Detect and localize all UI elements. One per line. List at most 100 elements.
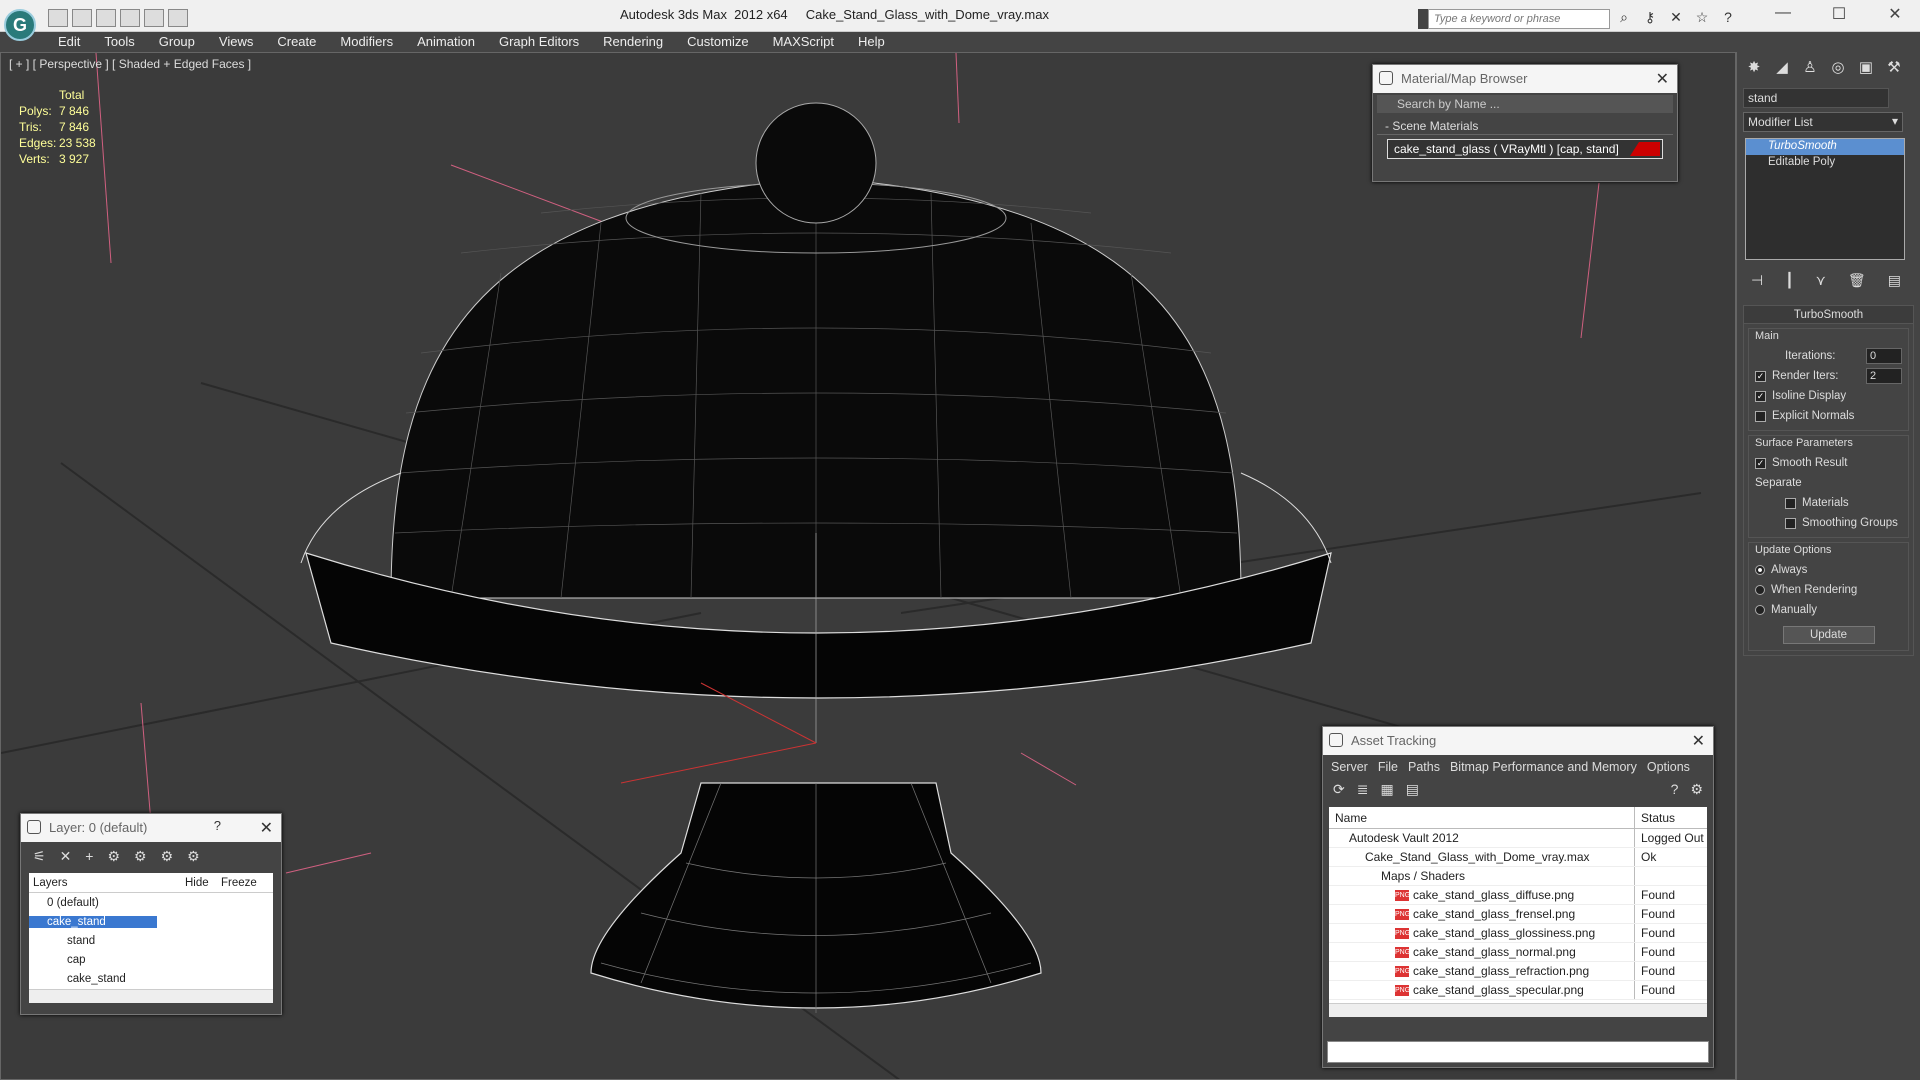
app-logo-icon[interactable]: G — [4, 9, 36, 41]
rollout-header[interactable]: TurboSmooth — [1744, 306, 1913, 324]
star-icon[interactable]: ☆ — [1692, 9, 1712, 27]
layer-row[interactable]: cap — [29, 950, 273, 969]
table-row[interactable]: Cake_Stand_Glass_with_Dome_vray.max Ok — [1329, 848, 1707, 867]
menu-help[interactable]: Help — [846, 32, 897, 52]
scene-materials-section[interactable]: - Scene Materials — [1377, 117, 1673, 135]
iterations-spinner[interactable]: 0 — [1866, 348, 1902, 364]
materials-checkbox[interactable] — [1785, 497, 1796, 509]
when-rendering-radio[interactable] — [1755, 585, 1765, 595]
header-layers[interactable]: Layers — [29, 877, 181, 889]
table-row[interactable]: PNG cake_stand_glass_frensel.png Found — [1329, 905, 1707, 924]
menu-edit[interactable]: Edit — [46, 32, 92, 52]
table-row[interactable]: PNG cake_stand_glass_glossiness.png Found — [1329, 924, 1707, 943]
stack-item-editable-poly[interactable]: Editable Poly — [1746, 155, 1904, 171]
motion-tab-icon[interactable]: ◎ — [1827, 58, 1849, 80]
isoline-display-checkbox[interactable]: ✓ — [1755, 390, 1766, 402]
communication-icon[interactable]: ✕ — [1666, 9, 1686, 27]
menu-group[interactable]: Group — [147, 32, 207, 52]
render-iters-checkbox[interactable]: ✓ — [1755, 370, 1766, 382]
select-objects-icon[interactable]: ⚙ — [107, 848, 120, 865]
header-freeze[interactable]: Freeze — [217, 877, 261, 889]
horizontal-scrollbar[interactable] — [1329, 1003, 1707, 1017]
menu-options[interactable]: Options — [1647, 760, 1690, 774]
header-hide[interactable]: Hide — [181, 877, 217, 889]
make-unique-icon[interactable]: ⋎ — [1816, 272, 1826, 289]
modify-tab-icon[interactable]: ◢ — [1771, 58, 1793, 80]
table-row[interactable]: Maps / Shaders — [1329, 867, 1707, 886]
minimize-icon[interactable]: — — [1768, 4, 1798, 24]
header-name[interactable]: Name — [1329, 807, 1635, 828]
settings-icon[interactable]: ⚙ — [1690, 781, 1703, 801]
layer-manager-titlebar[interactable]: Layer: 0 (default) ? ✕ — [21, 814, 281, 842]
menu-create[interactable]: Create — [265, 32, 328, 52]
header-status[interactable]: Status — [1635, 811, 1705, 825]
hide-all-icon[interactable]: ⚙ — [161, 848, 174, 865]
asset-tracking-titlebar[interactable]: Asset Tracking ✕ — [1323, 727, 1713, 755]
help-icon[interactable]: ? — [1671, 781, 1679, 801]
layer-row[interactable]: stand — [29, 931, 273, 950]
binoculars-icon[interactable]: ⌕ — [1614, 9, 1634, 27]
delete-layer-icon[interactable]: ✕ — [60, 848, 72, 865]
menu-tools[interactable]: Tools — [92, 32, 146, 52]
menu-graph-editors[interactable]: Graph Editors — [487, 32, 591, 52]
highlight-layer-icon[interactable]: ⚙ — [134, 848, 147, 865]
layer-row[interactable]: cake_stand — [29, 969, 273, 988]
asset-path-field[interactable] — [1327, 1041, 1709, 1063]
render-iters-spinner[interactable]: 2 — [1866, 368, 1902, 384]
close-icon[interactable]: ✕ — [1880, 4, 1910, 24]
viewport-label[interactable]: [ + ] [ Perspective ] [ Shaded + Edged F… — [9, 57, 251, 71]
explicit-normals-checkbox[interactable] — [1755, 410, 1766, 422]
layer-row[interactable]: cake_stand — [29, 912, 273, 931]
layer-row[interactable]: 0 (default) — [29, 893, 273, 912]
open-icon[interactable] — [48, 9, 68, 27]
close-icon[interactable]: ✕ — [1692, 731, 1705, 751]
menu-bitmap-performance[interactable]: Bitmap Performance and Memory — [1450, 760, 1637, 774]
object-name-field[interactable]: stand — [1743, 88, 1889, 108]
table-row[interactable]: PNG cake_stand_glass_refraction.png Found — [1329, 962, 1707, 981]
table-row[interactable]: PNG cake_stand_glass_diffuse.png Found — [1329, 886, 1707, 905]
always-radio[interactable] — [1755, 565, 1765, 575]
menu-customize[interactable]: Customize — [675, 32, 760, 52]
create-layer-icon[interactable]: ⚟ — [33, 848, 46, 865]
layout-icon[interactable] — [168, 9, 188, 27]
search-input[interactable]: Type a keyword or phrase — [1428, 9, 1610, 29]
menu-rendering[interactable]: Rendering — [591, 32, 675, 52]
refresh-icon[interactable]: ⟳ — [1333, 781, 1345, 801]
save-icon[interactable] — [72, 9, 92, 27]
detail-view-icon[interactable]: ▦ — [1380, 781, 1393, 801]
pin-stack-icon[interactable]: ⊣ — [1751, 272, 1763, 289]
key-icon[interactable]: ⚷ — [1640, 9, 1660, 27]
new-icon[interactable] — [96, 9, 116, 27]
menu-file[interactable]: File — [1378, 760, 1398, 774]
menu-animation[interactable]: Animation — [405, 32, 487, 52]
display-tab-icon[interactable]: ▣ — [1855, 58, 1877, 80]
window-icon[interactable] — [144, 9, 164, 27]
hierarchy-tab-icon[interactable]: ♙ — [1799, 58, 1821, 80]
table-row[interactable]: PNG cake_stand_glass_specular.png Found — [1329, 981, 1707, 1000]
menu-paths[interactable]: Paths — [1408, 760, 1440, 774]
add-to-layer-icon[interactable]: + — [85, 848, 93, 865]
menu-views[interactable]: Views — [207, 32, 265, 52]
table-row[interactable]: Autodesk Vault 2012 Logged Out ... — [1329, 829, 1707, 848]
menu-modifiers[interactable]: Modifiers — [328, 32, 405, 52]
menu-maxscript[interactable]: MAXScript — [761, 32, 846, 52]
stack-item-turbosmooth[interactable]: TurboSmooth — [1746, 139, 1904, 155]
material-browser-titlebar[interactable]: Material/Map Browser ✕ — [1373, 65, 1677, 93]
configure-modifier-sets-icon[interactable]: ▤ — [1888, 272, 1901, 289]
table-view-icon[interactable]: ▤ — [1406, 781, 1419, 801]
table-row[interactable]: PNG cake_stand_glass_normal.png Found — [1329, 943, 1707, 962]
help-icon[interactable]: ? — [1718, 9, 1738, 27]
freeze-all-icon[interactable]: ⚙ — [187, 848, 200, 865]
smooth-result-checkbox[interactable]: ✓ — [1755, 457, 1766, 469]
list-view-icon[interactable]: ≣ — [1357, 781, 1369, 801]
material-search-input[interactable]: Search by Name ... — [1377, 95, 1673, 113]
show-end-result-icon[interactable]: ┃ — [1785, 272, 1793, 289]
smoothing-groups-checkbox[interactable] — [1785, 517, 1796, 529]
material-item[interactable]: cake_stand_glass ( VRayMtl ) [cap, stand… — [1387, 139, 1663, 159]
help-icon[interactable]: ? — [214, 818, 221, 833]
close-icon[interactable]: ✕ — [260, 818, 273, 838]
remove-modifier-icon[interactable]: 🗑 — [1848, 272, 1866, 289]
modifier-list-dropdown[interactable]: Modifier List — [1743, 112, 1903, 132]
manually-radio[interactable] — [1755, 605, 1765, 615]
utilities-tab-icon[interactable]: ⚒ — [1883, 58, 1905, 80]
